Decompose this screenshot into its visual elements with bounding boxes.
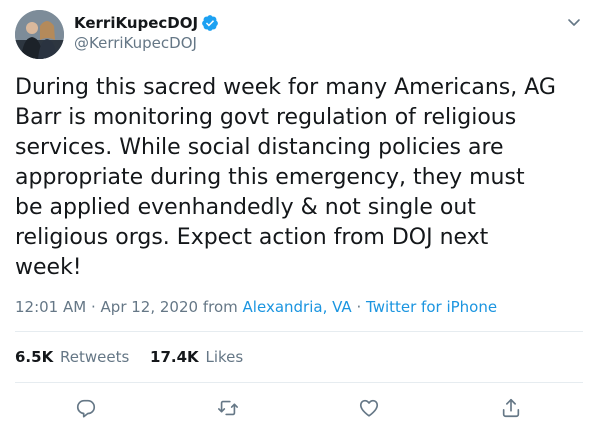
divider	[15, 331, 583, 332]
avatar-image	[15, 10, 64, 59]
tweet-card: KerriKupecDOJ @KerriKupecDOJ During this…	[0, 0, 598, 432]
tweet-source-link[interactable]: Twitter for iPhone	[366, 298, 497, 316]
tweet-location-link[interactable]: Alexandria, VA	[243, 298, 352, 316]
retweets-stat[interactable]: 6.5K Retweets	[15, 347, 129, 367]
tweet-date[interactable]: Apr 12, 2020	[101, 298, 199, 316]
chevron-down-icon[interactable]	[566, 14, 582, 30]
tweet-stats: 6.5K Retweets 17.4K Likes	[15, 347, 259, 367]
tweet-text: During this sacred week for many America…	[15, 75, 556, 280]
likes-stat[interactable]: 17.4K Likes	[150, 347, 243, 367]
meta-separator: ·	[90, 298, 96, 316]
likes-count: 17.4K	[150, 348, 199, 366]
author-display-name[interactable]: KerriKupecDOJ	[74, 13, 198, 33]
reply-icon[interactable]	[75, 397, 97, 419]
heart-icon[interactable]	[358, 397, 380, 419]
author-name-row[interactable]: KerriKupecDOJ	[74, 13, 219, 33]
divider	[15, 382, 583, 383]
tweet-time[interactable]: 12:01 AM	[15, 298, 86, 316]
avatar[interactable]	[15, 10, 64, 59]
share-icon[interactable]	[500, 397, 522, 419]
retweets-label: Retweets	[59, 348, 130, 366]
verified-badge-icon	[201, 14, 219, 32]
meta-from-label: from	[202, 298, 238, 316]
likes-label: Likes	[205, 348, 244, 366]
tweet-meta: 12:01 AM · Apr 12, 2020 from Alexandria,…	[15, 297, 497, 317]
retweets-count: 6.5K	[15, 348, 54, 366]
retweet-icon[interactable]	[217, 397, 239, 419]
meta-separator-2: ·	[356, 298, 362, 316]
author-handle[interactable]: @KerriKupecDOJ	[74, 33, 197, 53]
